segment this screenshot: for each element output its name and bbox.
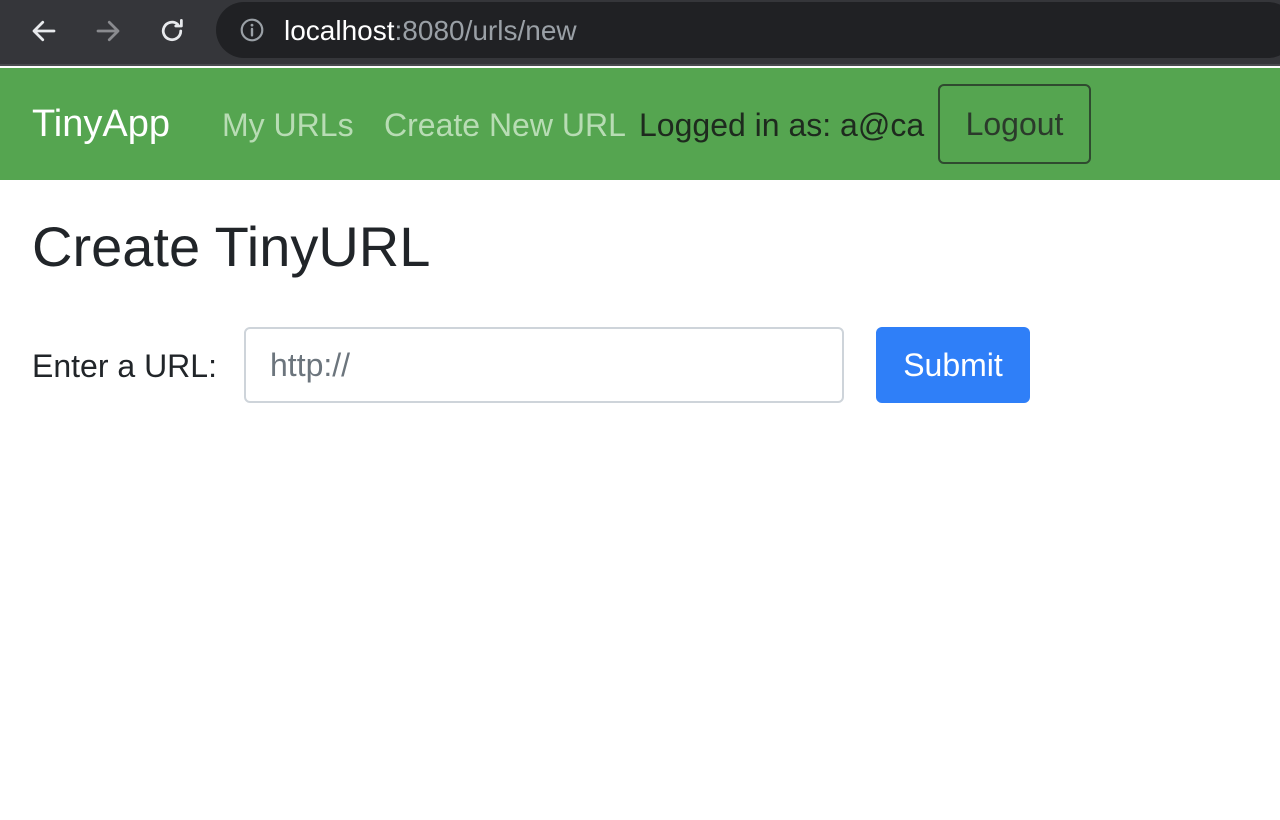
nav-create-new-url-link[interactable]: Create New URL bbox=[384, 106, 626, 144]
url-host: localhost bbox=[284, 15, 395, 46]
page-title: Create TinyURL bbox=[32, 215, 431, 278]
logged-in-status: Logged in as: a@ca bbox=[639, 107, 925, 143]
info-icon[interactable] bbox=[238, 16, 266, 44]
brand-link[interactable]: TinyApp bbox=[32, 102, 170, 146]
logout-button[interactable]: Logout bbox=[938, 84, 1091, 164]
browser-toolbar: localhost:8080/urls/new bbox=[0, 0, 1280, 66]
address-bar[interactable]: localhost:8080/urls/new bbox=[216, 2, 1280, 58]
forward-icon[interactable] bbox=[88, 11, 128, 51]
url-field-label: Enter a URL: bbox=[32, 348, 217, 384]
url-input[interactable] bbox=[244, 327, 844, 403]
submit-button[interactable]: Submit bbox=[876, 327, 1030, 403]
reload-icon[interactable] bbox=[152, 11, 192, 51]
url-path: :8080/urls/new bbox=[394, 15, 577, 46]
back-icon[interactable] bbox=[24, 11, 64, 51]
nav-my-urls-link[interactable]: My URLs bbox=[222, 106, 354, 144]
app-navbar: TinyApp My URLs Create New URL Logged in… bbox=[0, 68, 1280, 180]
address-url[interactable]: localhost:8080/urls/new bbox=[284, 15, 577, 47]
